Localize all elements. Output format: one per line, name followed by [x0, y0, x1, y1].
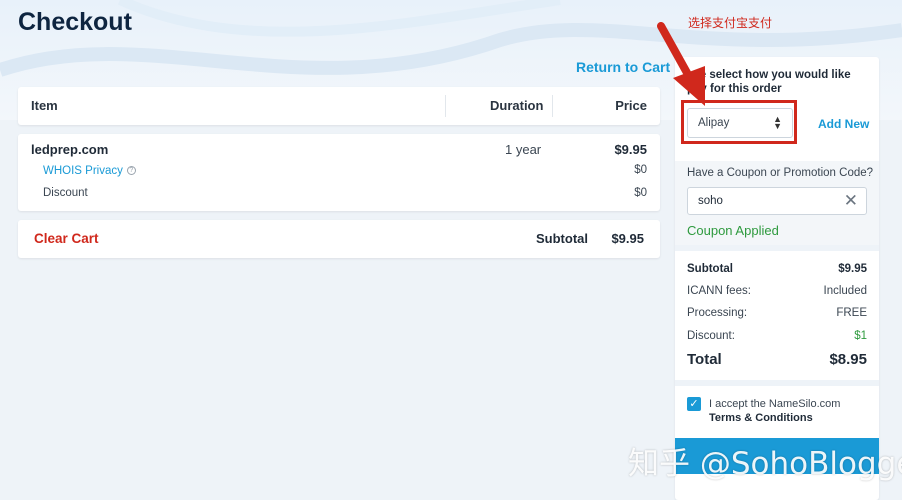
order-summary-panel: ase select how you would like pay for th… — [675, 57, 879, 500]
column-divider — [552, 95, 553, 117]
coupon-input[interactable]: soho ✕ — [687, 187, 867, 215]
coupon-status: Coupon Applied — [687, 223, 779, 238]
watermark-text: 知乎 @SohoBlogger — [628, 446, 902, 482]
accept-terms-text: I accept the NameSilo.com Terms & Condit… — [709, 397, 869, 425]
divider — [675, 380, 879, 386]
subtotal-label: Subtotal — [536, 231, 588, 246]
processing-value: FREE — [836, 307, 867, 319]
summary-subtotal-label: Subtotal — [687, 263, 733, 275]
page-title: Checkout — [18, 8, 132, 36]
accept-terms-checkbox[interactable]: ✓ — [687, 397, 701, 411]
processing-label: Processing: — [687, 307, 748, 319]
header-item: Item — [31, 98, 58, 113]
clear-cart-button[interactable]: Clear Cart — [34, 231, 99, 246]
total-value: $8.95 — [829, 351, 867, 368]
accept-label: I accept the NameSilo.com — [709, 398, 841, 410]
discount-summary-value: $1 — [854, 330, 867, 342]
cart-table-header: Item Duration Price — [18, 87, 660, 125]
summary-icann: ICANN fees: Included — [687, 285, 867, 297]
domain-name: ledprep.com — [31, 142, 109, 157]
coupon-value: soho — [698, 195, 723, 207]
red-arrow-icon — [657, 22, 705, 106]
close-icon[interactable]: ✕ — [844, 191, 858, 211]
summary-processing: Processing: FREE — [687, 307, 867, 319]
subtotal-value: $9.95 — [611, 231, 644, 246]
coupon-label: Have a Coupon or Promotion Code? — [687, 167, 874, 179]
item-duration[interactable]: 1 year — [505, 142, 541, 157]
discount-price: $0 — [634, 187, 647, 199]
whois-privacy-link[interactable]: WHOIS Privacy? — [43, 165, 136, 177]
header-duration: Duration — [490, 98, 544, 113]
item-price: $9.95 — [614, 142, 647, 157]
divider — [675, 245, 879, 251]
icann-value: Included — [823, 285, 867, 297]
summary-subtotal: Subtotal $9.95 — [687, 263, 867, 275]
discount-label: Discount — [43, 187, 88, 199]
help-icon[interactable]: ? — [126, 166, 136, 175]
add-new-link[interactable]: Add New — [818, 117, 869, 131]
terms-link[interactable]: Terms & Conditions — [709, 412, 813, 424]
cart-item-row: ledprep.com 1 year $9.95 WHOIS Privacy? … — [18, 134, 660, 211]
column-divider — [445, 95, 446, 117]
coupon-section: Have a Coupon or Promotion Code? soho ✕ … — [675, 161, 879, 245]
summary-subtotal-value: $9.95 — [838, 263, 867, 275]
discount-summary-label: Discount: — [687, 330, 735, 342]
icann-label: ICANN fees: — [687, 285, 751, 297]
summary-discount: Discount: $1 — [687, 330, 867, 342]
total-label: Total — [687, 351, 722, 368]
cart-footer: Clear Cart Subtotal $9.95 — [18, 220, 660, 258]
summary-total: Total $8.95 — [687, 351, 867, 368]
header-price: Price — [615, 98, 647, 113]
whois-price: $0 — [634, 164, 647, 176]
whois-label: WHOIS Privacy — [43, 165, 123, 177]
